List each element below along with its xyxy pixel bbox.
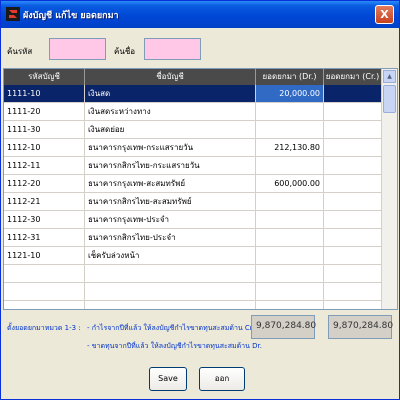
cell-name[interactable]	[85, 265, 256, 282]
table-row[interactable]: 1112-21 ธนาคารกสิกรไทย-สะสมทรัพย์	[4, 193, 382, 211]
search-bar: ค้นรหัส ค้นชื่อ	[1, 38, 400, 62]
cell-dr[interactable]: 20,000.00	[256, 85, 324, 102]
cell-name[interactable]: เงินสด	[85, 85, 256, 102]
cell-dr[interactable]	[256, 301, 324, 309]
table-row[interactable]: 1112-11 ธนาคารกสิกรไทย-กระแสรายวัน	[4, 157, 382, 175]
cell-cr[interactable]	[324, 175, 382, 192]
close-icon[interactable]: X	[375, 5, 394, 24]
cell-dr[interactable]	[256, 103, 324, 120]
save-button[interactable]: Save	[149, 367, 187, 391]
table-row[interactable]: 1112-10 ธนาคารกรุงเทพ-กระแสรายวัน 212,130.…	[4, 139, 382, 157]
cell-dr[interactable]	[256, 211, 324, 228]
cell-code[interactable]	[4, 283, 85, 300]
cell-name[interactable]: ธนาคารกสิกรไทย-สะสมทรัพย์	[85, 193, 256, 210]
cell-cr[interactable]	[324, 247, 382, 264]
cell-dr[interactable]	[256, 247, 324, 264]
cell-dr[interactable]	[256, 265, 324, 282]
note-loss: - ขาดทุนจากปีที่แล้ว ให้ลงบัญชีกำไรขาดทุ…	[87, 342, 262, 350]
title-bar[interactable]: ผังบัญชี แก้ไข ยอดยกมา X	[1, 1, 399, 28]
cell-name[interactable]: ธนาคารกสิกรไทย-กระแสรายวัน	[85, 157, 256, 174]
cell-cr[interactable]	[324, 283, 382, 300]
cell-cr[interactable]	[324, 103, 382, 120]
search-code-input[interactable]	[49, 38, 106, 60]
table-row[interactable]: 1121-10 เช็ครับล่วงหน้า	[4, 247, 382, 265]
cell-name[interactable]: ธนาคารกสิกรไทย-ประจำ	[85, 229, 256, 246]
note-profit: - กำไรจากปีที่แล้ว ให้ลงบัญชีกำไรขาดทุนส…	[87, 324, 255, 332]
cell-name[interactable]: ธนาคารกรุงเทพ-สะสมทรัพย์	[85, 175, 256, 192]
total-debit: 9,870,284.80	[251, 315, 316, 339]
cell-name[interactable]: ธนาคารกรุงเทพ-ประจำ	[85, 211, 256, 228]
table-row[interactable]: 1111-10 เงินสด 20,000.00	[4, 85, 382, 103]
table-row[interactable]	[4, 283, 382, 301]
cell-code[interactable]: 1112-20	[4, 175, 85, 192]
cell-cr[interactable]	[324, 301, 382, 309]
header-account-name[interactable]: ชื่อบัญชี	[85, 69, 256, 85]
cell-cr[interactable]	[324, 139, 382, 156]
cell-cr[interactable]	[324, 193, 382, 210]
cell-cr[interactable]	[324, 265, 382, 282]
search-code-label: ค้นรหัส	[7, 47, 33, 56]
window-title: ผังบัญชี แก้ไข ยอดยกมา	[23, 11, 119, 21]
cell-cr[interactable]	[324, 211, 382, 228]
cell-dr[interactable]	[256, 121, 324, 138]
cell-name[interactable]	[85, 301, 256, 309]
grid-header: รหัสบัญชี ชื่อบัญชี ยอดยกมา (Dr.) ยอดยกม…	[4, 69, 382, 85]
cell-dr[interactable]: 600,000.00	[256, 175, 324, 192]
cell-code[interactable]: 1112-30	[4, 211, 85, 228]
cell-dr[interactable]	[256, 193, 324, 210]
cell-dr[interactable]	[256, 229, 324, 246]
cell-code[interactable]: 1111-20	[4, 103, 85, 120]
table-row[interactable]: 1112-31 ธนาคารกสิกรไทย-ประจำ	[4, 229, 382, 247]
cell-dr[interactable]	[256, 283, 324, 300]
exit-button[interactable]: ออก	[199, 367, 245, 391]
table-row[interactable]	[4, 301, 382, 309]
header-debit[interactable]: ยอดยกมา (Dr.)	[256, 69, 324, 85]
cell-cr[interactable]	[324, 157, 382, 174]
total-credit: 9,870,284.80	[328, 315, 393, 339]
cell-code[interactable]	[4, 301, 85, 309]
cell-code[interactable]	[4, 265, 85, 282]
note-title: ตั้งยอดยกมาหมวด 1-3 :	[7, 324, 81, 332]
cell-code[interactable]: 1111-30	[4, 121, 85, 138]
cell-dr[interactable]	[256, 157, 324, 174]
cell-name[interactable]: ธนาคารกรุงเทพ-กระแสรายวัน	[85, 139, 256, 156]
table-row[interactable]: 1112-20 ธนาคารกรุงเทพ-สะสมทรัพย์ 600,000.0…	[4, 175, 382, 193]
cell-code[interactable]: 1112-21	[4, 193, 85, 210]
header-credit[interactable]: ยอดยกมา (Cr.)	[324, 69, 382, 85]
table-row[interactable]: 1112-30 ธนาคารกรุงเทพ-ประจำ	[4, 211, 382, 229]
cell-cr[interactable]	[324, 229, 382, 246]
cell-code[interactable]: 1111-10	[4, 85, 85, 102]
cell-name[interactable]: เช็ครับล่วงหน้า	[85, 247, 256, 264]
cell-code[interactable]: 1112-11	[4, 157, 85, 174]
cell-cr[interactable]	[324, 85, 382, 102]
scroll-up-arrow-icon[interactable]: ▲	[383, 70, 396, 83]
cell-cr[interactable]	[324, 121, 382, 138]
cell-code[interactable]: 1112-10	[4, 139, 85, 156]
search-name-label: ค้นชื่อ	[114, 47, 136, 56]
table-row[interactable]: 1111-20 เงินสดระหว่างทาง	[4, 103, 382, 121]
cell-code[interactable]: 1112-31	[4, 229, 85, 246]
search-name-input[interactable]	[144, 38, 201, 60]
app-logo-icon	[6, 7, 20, 21]
accounts-grid: รหัสบัญชี ชื่อบัญชี ยอดยกมา (Dr.) ยอดยกม…	[3, 68, 398, 310]
scroll-thumb[interactable]	[383, 85, 396, 113]
app-window: ผังบัญชี แก้ไข ยอดยกมา X ค้นรหัส ค้นชื่อ…	[0, 0, 400, 400]
vertical-scrollbar[interactable]: ▲	[381, 69, 397, 309]
cell-code[interactable]: 1121-10	[4, 247, 85, 264]
cell-name[interactable]: เงินสดระหว่างทาง	[85, 103, 256, 120]
cell-dr[interactable]: 212,130.80	[256, 139, 324, 156]
table-row[interactable]: 1111-30 เงินสดย่อย	[4, 121, 382, 139]
header-account-code[interactable]: รหัสบัญชี	[4, 69, 85, 85]
cell-name[interactable]: เงินสดย่อย	[85, 121, 256, 138]
cell-name[interactable]	[85, 283, 256, 300]
table-row[interactable]	[4, 265, 382, 283]
